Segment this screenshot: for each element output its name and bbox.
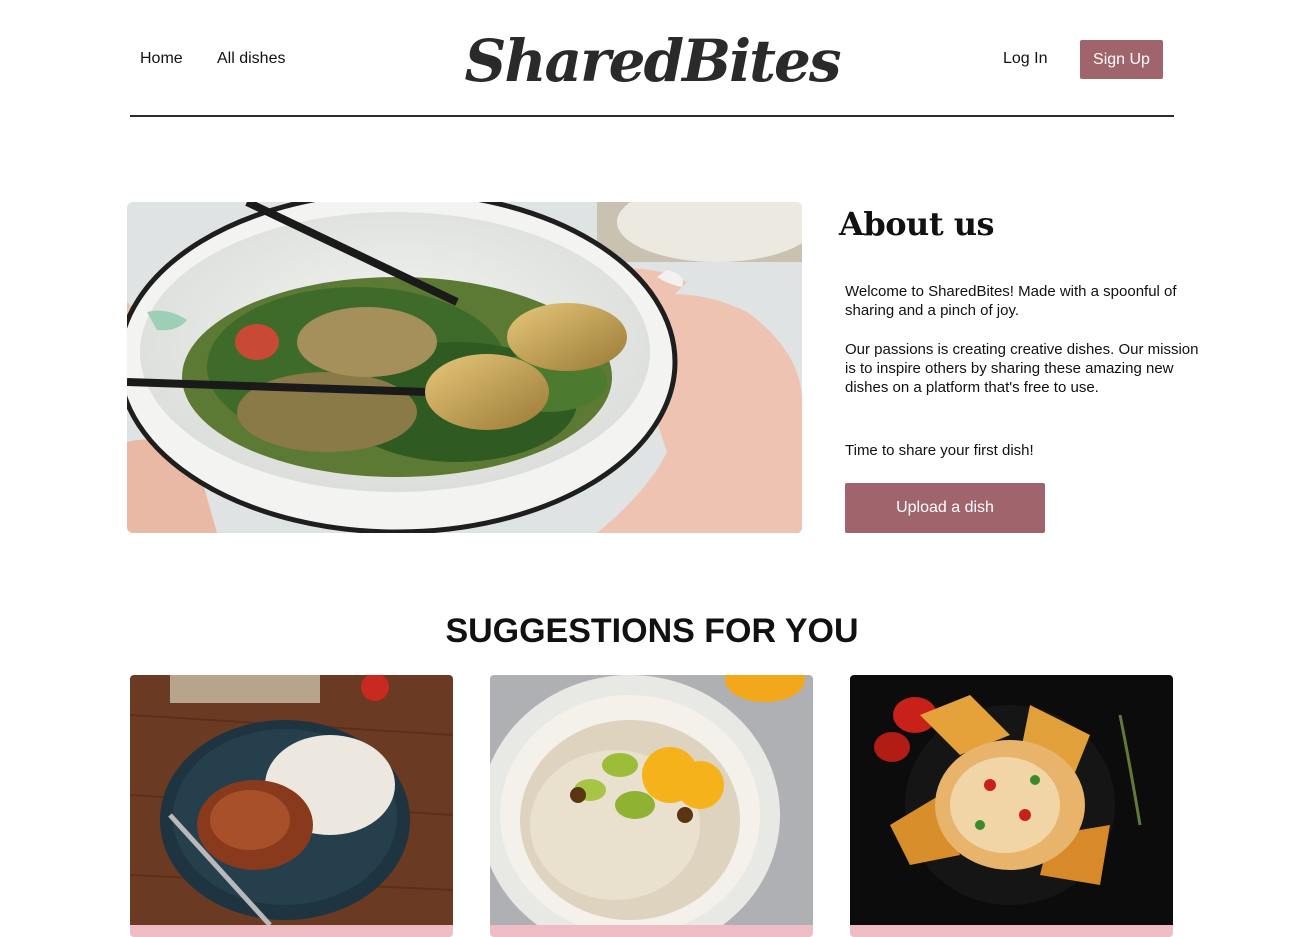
chickpea-curry-image xyxy=(130,675,453,925)
site-header: Home All dishes SharedBites Log In Sign … xyxy=(130,0,1174,117)
suggestion-card-chickpea-curry[interactable] xyxy=(130,675,453,937)
hero-salad-image xyxy=(127,202,802,533)
card-band xyxy=(850,925,1173,937)
oatmeal-image xyxy=(490,675,813,925)
about-mission-text: Our passions is creating creative dishes… xyxy=(845,341,1199,396)
signup-button[interactable]: Sign Up xyxy=(1080,40,1163,79)
about-cta-text: Time to share your first dish! xyxy=(845,442,1034,459)
card-band xyxy=(490,925,813,937)
suggestion-card-nachos[interactable] xyxy=(850,675,1173,937)
nachos-image xyxy=(850,675,1173,925)
suggestion-card-oatmeal[interactable] xyxy=(490,675,813,937)
upload-dish-button[interactable]: Upload a dish xyxy=(845,483,1045,533)
about-welcome-text: Welcome to SharedBites! Made with a spoo… xyxy=(845,283,1177,319)
about-title: About us xyxy=(839,205,995,243)
suggestions-title: SUGGESTIONS FOR YOU xyxy=(445,612,859,650)
card-band xyxy=(130,925,453,937)
login-link[interactable]: Log In xyxy=(1003,50,1047,68)
